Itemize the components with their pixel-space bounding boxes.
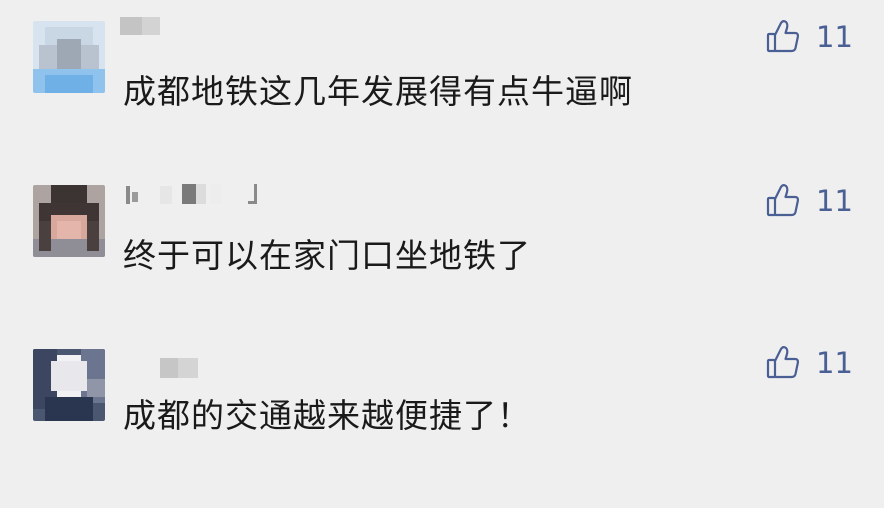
avatar[interactable]	[33, 185, 105, 257]
avatar[interactable]	[33, 349, 105, 421]
username[interactable]	[120, 356, 210, 380]
like-count: 11	[816, 184, 853, 218]
like-count: 11	[816, 20, 853, 54]
comment-text: 成都的交通越来越便捷了！	[123, 396, 531, 435]
thumbs-up-icon	[764, 344, 802, 382]
username[interactable]	[120, 182, 270, 206]
comment-item: 成都地铁这几年发展得有点牛逼啊 11	[0, 0, 884, 140]
comment-text: 终于可以在家门口坐地铁了	[123, 236, 531, 275]
avatar[interactable]	[33, 21, 105, 93]
like-button[interactable]: 11	[764, 343, 853, 383]
comment-item: 成都的交通越来越便捷了！ 11	[0, 320, 884, 508]
like-button[interactable]: 11	[764, 17, 853, 57]
comment-text: 成都地铁这几年发展得有点牛逼啊	[123, 72, 633, 111]
username[interactable]	[120, 15, 180, 39]
like-count: 11	[816, 346, 853, 380]
comment-item: 终于可以在家门口坐地铁了 11	[0, 160, 884, 320]
thumbs-up-icon	[764, 182, 802, 220]
thumbs-up-icon	[764, 18, 802, 56]
like-button[interactable]: 11	[764, 181, 853, 221]
